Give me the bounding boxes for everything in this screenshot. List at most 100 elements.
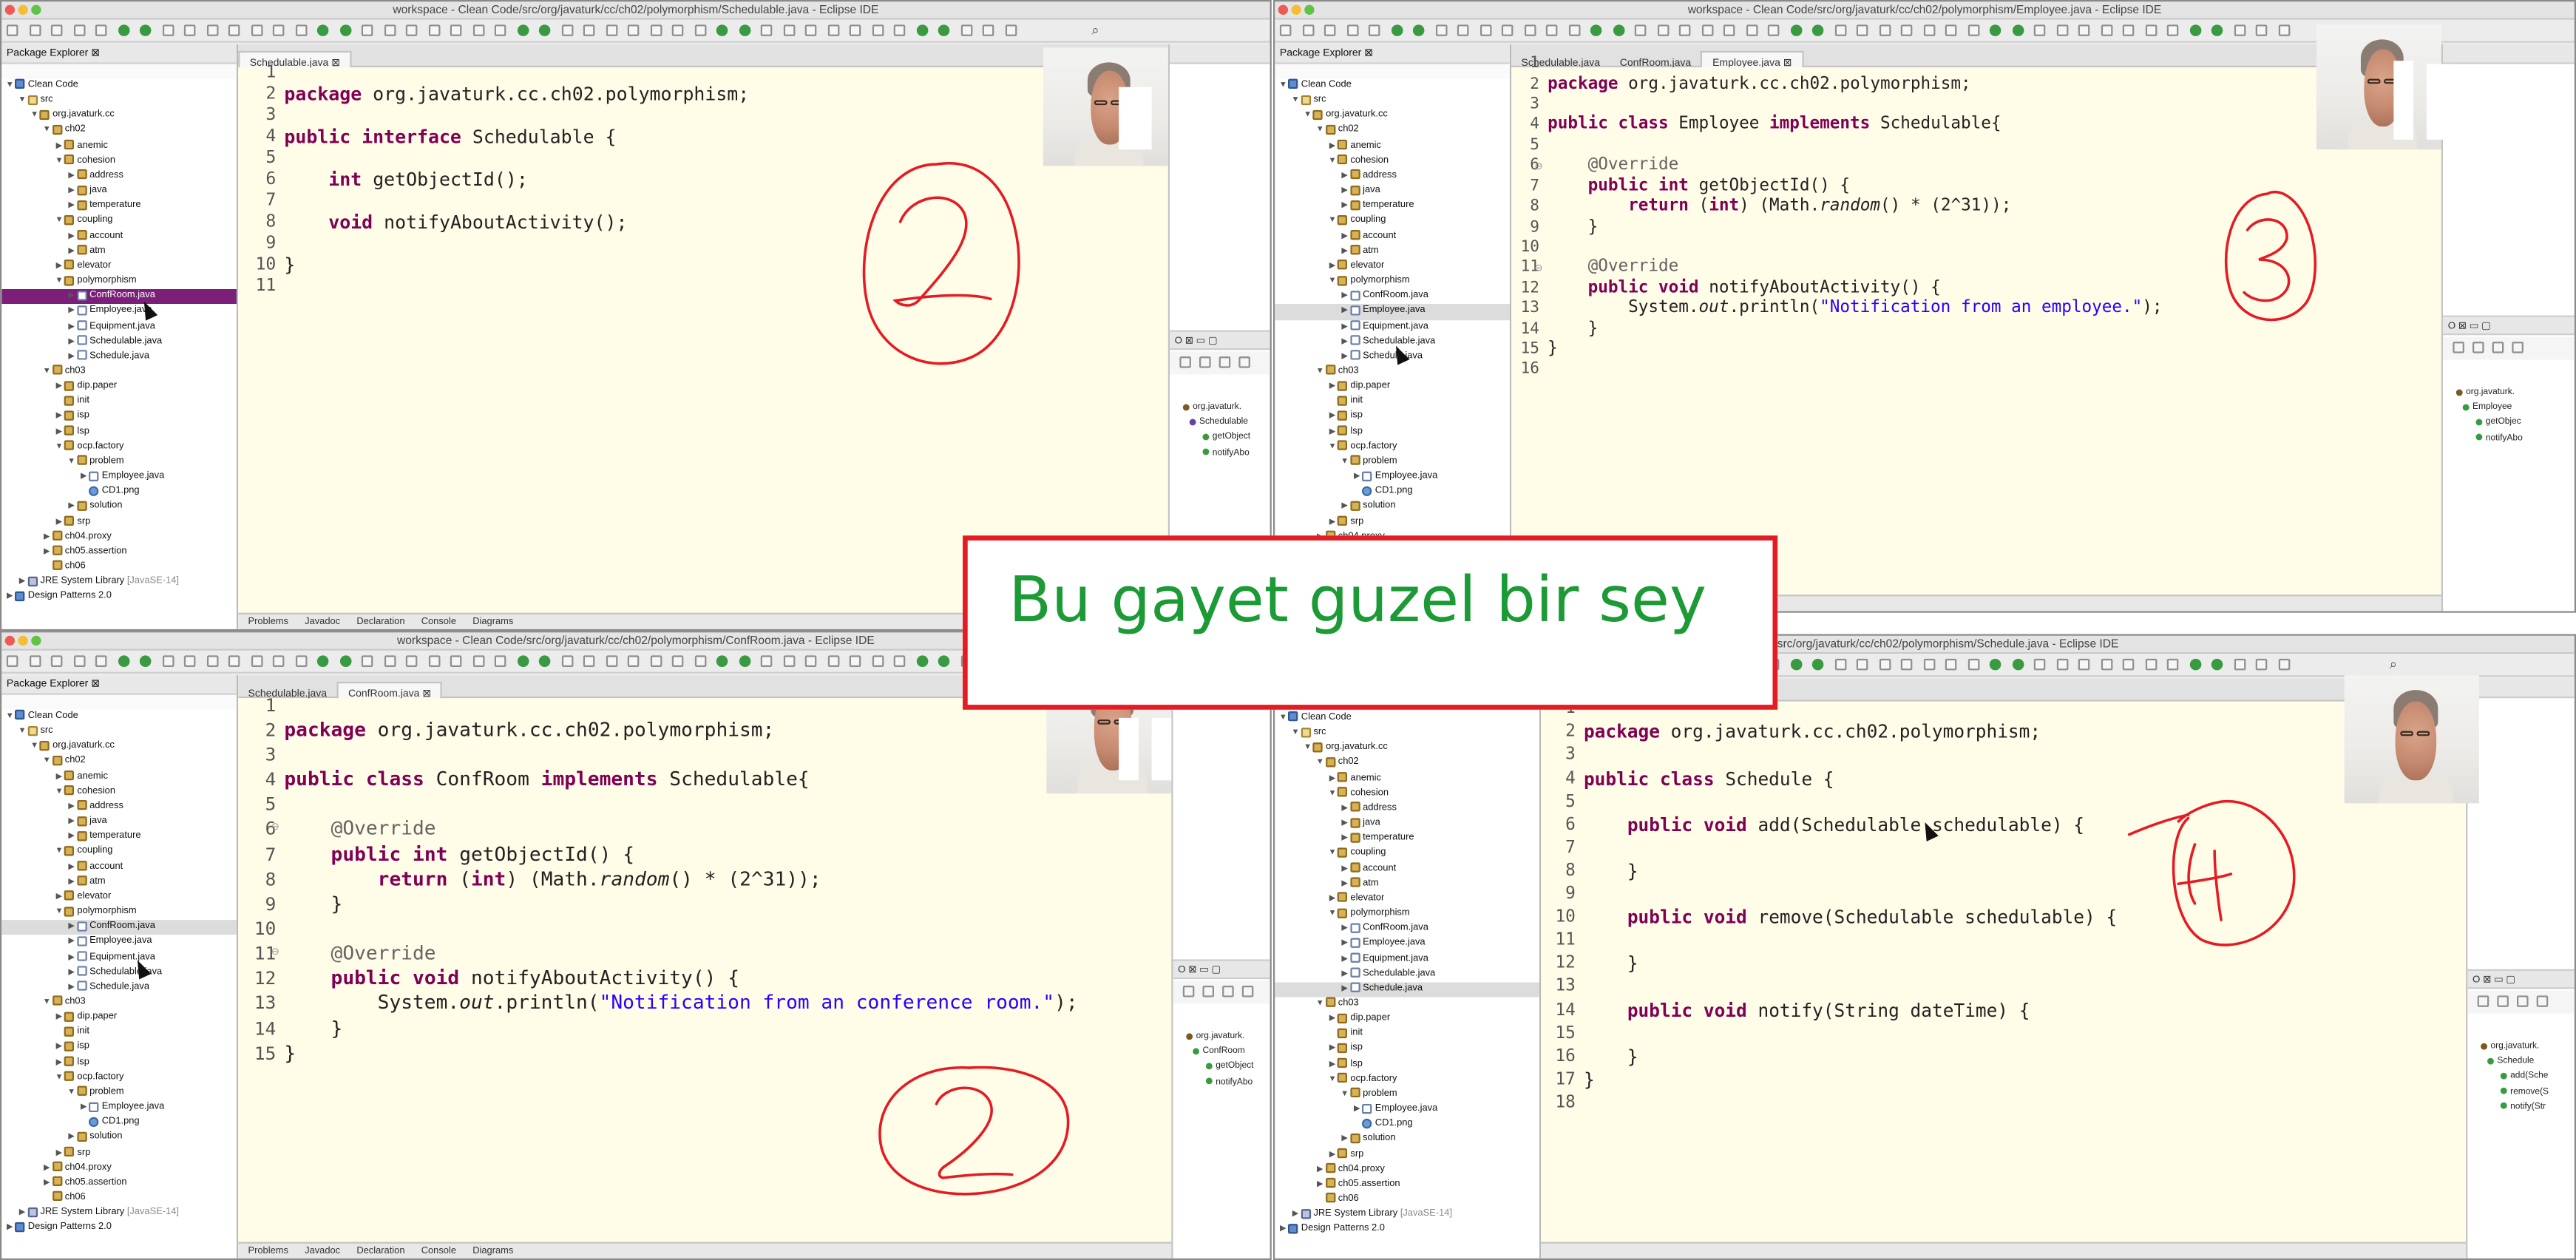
chevron-right-icon[interactable]: ▶ <box>1352 470 1362 485</box>
tree-node[interactable]: ▶ Employee.java <box>1 1101 237 1116</box>
tree-node[interactable]: ▶ JRE System Library [JavaSE-14] <box>1275 1208 1539 1222</box>
code-area[interactable]: package org.javaturk.cc.ch02.polymorphis… <box>1511 55 2441 595</box>
chevron-down-icon[interactable]: ▼ <box>1315 997 1325 1012</box>
chevron-down-icon[interactable]: ▼ <box>42 995 52 1010</box>
chevron-down-icon[interactable]: ▼ <box>1303 109 1312 123</box>
toolbar-button[interactable] <box>183 24 196 36</box>
chevron-right-icon[interactable]: ▶ <box>1327 1057 1337 1072</box>
toolbar-button[interactable] <box>1900 658 1913 671</box>
chevron-right-icon[interactable]: ▶ <box>1327 1148 1337 1162</box>
chevron-right-icon[interactable]: ▶ <box>42 545 52 560</box>
tree-node[interactable]: ▼ src <box>1 94 237 109</box>
chevron-right-icon[interactable]: ▶ <box>54 379 64 394</box>
tree-node[interactable]: ▼ ch02 <box>1275 124 1510 139</box>
toolbar-button[interactable] <box>1789 24 1802 36</box>
chevron-down-icon[interactable]: ▼ <box>1315 124 1325 139</box>
toolbar-button[interactable] <box>361 24 373 36</box>
toolbar-button[interactable] <box>228 24 240 36</box>
chevron-right-icon[interactable]: ▶ <box>54 770 64 785</box>
collapse-all-icon[interactable] <box>1179 356 1191 368</box>
collapse-all-icon[interactable] <box>1222 985 1234 998</box>
toolbar-button[interactable] <box>716 24 728 36</box>
chevron-right-icon[interactable]: ▶ <box>5 1221 15 1236</box>
toolbar-button[interactable] <box>1789 658 1802 671</box>
tree-node[interactable]: ▼ Clean Code <box>1 79 237 94</box>
toolbar-button[interactable] <box>206 655 218 667</box>
chevron-down-icon[interactable]: ▼ <box>30 739 39 754</box>
toolbar-button[interactable] <box>294 655 307 667</box>
toolbar-button[interactable] <box>494 24 506 36</box>
chevron-down-icon[interactable]: ▼ <box>1290 94 1300 109</box>
close-icon[interactable] <box>4 4 15 15</box>
toolbar-button[interactable] <box>849 655 861 667</box>
tree-node[interactable]: ▼ problem <box>1275 455 1510 470</box>
chevron-down-icon[interactable]: ▼ <box>1315 756 1325 771</box>
toolbar-button[interactable] <box>827 24 839 36</box>
collapse-all-icon[interactable] <box>2536 995 2549 1007</box>
chevron-right-icon[interactable]: ▶ <box>67 305 76 319</box>
chevron-right-icon[interactable]: ▶ <box>1340 184 1349 199</box>
tree-node[interactable]: ▶ isp <box>1275 410 1510 424</box>
toolbar-button[interactable] <box>95 24 107 36</box>
code-area[interactable]: package org.javaturk.cc.ch02.polymorphis… <box>238 694 1172 1242</box>
tree-node[interactable]: ch06 <box>1275 1193 1539 1208</box>
toolbar-button[interactable] <box>228 655 240 667</box>
chevron-right-icon[interactable]: ▶ <box>1327 771 1337 786</box>
tree-node[interactable]: ▼ ocp.factory <box>1275 440 1510 455</box>
tree-node[interactable]: ▼ problem <box>1275 1088 1539 1102</box>
bottom-view-tab[interactable]: Diagrams <box>472 617 513 627</box>
chevron-down-icon[interactable]: ▼ <box>1340 1088 1349 1102</box>
tree-node[interactable]: ▶ Design Patterns 2.0 <box>1275 1223 1539 1238</box>
tree-node[interactable]: ▼ ch03 <box>1275 997 1539 1012</box>
package-explorer-tab[interactable]: Package Explorer ⊠ <box>1 44 237 64</box>
chevron-right-icon[interactable]: ▶ <box>79 1101 89 1116</box>
chevron-right-icon[interactable]: ▶ <box>1340 289 1349 304</box>
chevron-down-icon[interactable]: ▼ <box>1315 365 1325 379</box>
chevron-right-icon[interactable]: ▶ <box>1340 319 1349 334</box>
chevron-down-icon[interactable]: ▼ <box>42 755 52 770</box>
tree-node[interactable]: ▶ Schedulable.java <box>1 966 237 980</box>
chevron-right-icon[interactable]: ▶ <box>1340 244 1349 259</box>
collapse-all-icon[interactable] <box>1238 356 1250 368</box>
chevron-right-icon[interactable]: ▶ <box>1315 1162 1325 1177</box>
tree-node[interactable]: ▶ lsp <box>1275 1057 1539 1072</box>
toolbar-button[interactable] <box>95 655 107 667</box>
toolbar-button[interactable] <box>1723 24 1735 36</box>
maximize-icon[interactable] <box>1304 4 1315 15</box>
tree-node[interactable]: ▼ ocp.factory <box>1 1071 237 1085</box>
toolbar-button[interactable] <box>161 655 174 667</box>
collapse-all-icon[interactable] <box>2477 995 2489 1007</box>
outline-item[interactable]: Schedule <box>2487 1057 2534 1066</box>
toolbar-button[interactable] <box>738 655 750 667</box>
toolbar-button[interactable] <box>1745 24 1758 36</box>
outline-tab[interactable]: O ⊠ ▭ ▢ <box>1173 959 1270 980</box>
toolbar-button[interactable] <box>1989 24 2002 36</box>
tree-node[interactable]: ▶ lsp <box>1 1056 237 1071</box>
toolbar-button[interactable] <box>28 24 41 36</box>
outline-item[interactable]: org.javaturk. <box>2481 1042 2539 1051</box>
tree-node[interactable]: ▶ address <box>1275 169 1510 184</box>
tree-node[interactable]: ▼ ch02 <box>1275 756 1539 771</box>
maximize-icon[interactable] <box>31 4 41 15</box>
toolbar-button[interactable] <box>893 24 906 36</box>
tree-node[interactable]: ▶ Schedule.java <box>1 980 237 995</box>
tree-node[interactable]: ▼ ch03 <box>1 995 237 1010</box>
bottom-view-tab[interactable]: Javadoc <box>305 1247 340 1256</box>
chevron-right-icon[interactable]: ▶ <box>1340 802 1349 816</box>
toolbar-button[interactable] <box>893 655 906 667</box>
toolbar-button[interactable] <box>294 24 307 36</box>
toolbar-button[interactable] <box>6 655 18 667</box>
tree-node[interactable]: ▶ address <box>1275 802 1539 816</box>
toolbar-button[interactable] <box>183 655 196 667</box>
tree-node[interactable]: init <box>1275 395 1510 410</box>
tree-node[interactable]: ▶ anemic <box>1 139 237 154</box>
toolbar-button[interactable] <box>117 24 129 36</box>
tree-node[interactable]: ▶ Design Patterns 2.0 <box>1 1221 237 1236</box>
tree-node[interactable]: ▼ ch03 <box>1275 365 1510 379</box>
toolbar-button[interactable] <box>72 24 85 36</box>
chevron-down-icon[interactable]: ▼ <box>54 1071 64 1085</box>
toolbar-button[interactable] <box>605 24 617 36</box>
toolbar-button[interactable] <box>1323 24 1336 36</box>
chevron-right-icon[interactable]: ▶ <box>1327 410 1337 424</box>
chevron-right-icon[interactable]: ▶ <box>1290 1208 1300 1222</box>
